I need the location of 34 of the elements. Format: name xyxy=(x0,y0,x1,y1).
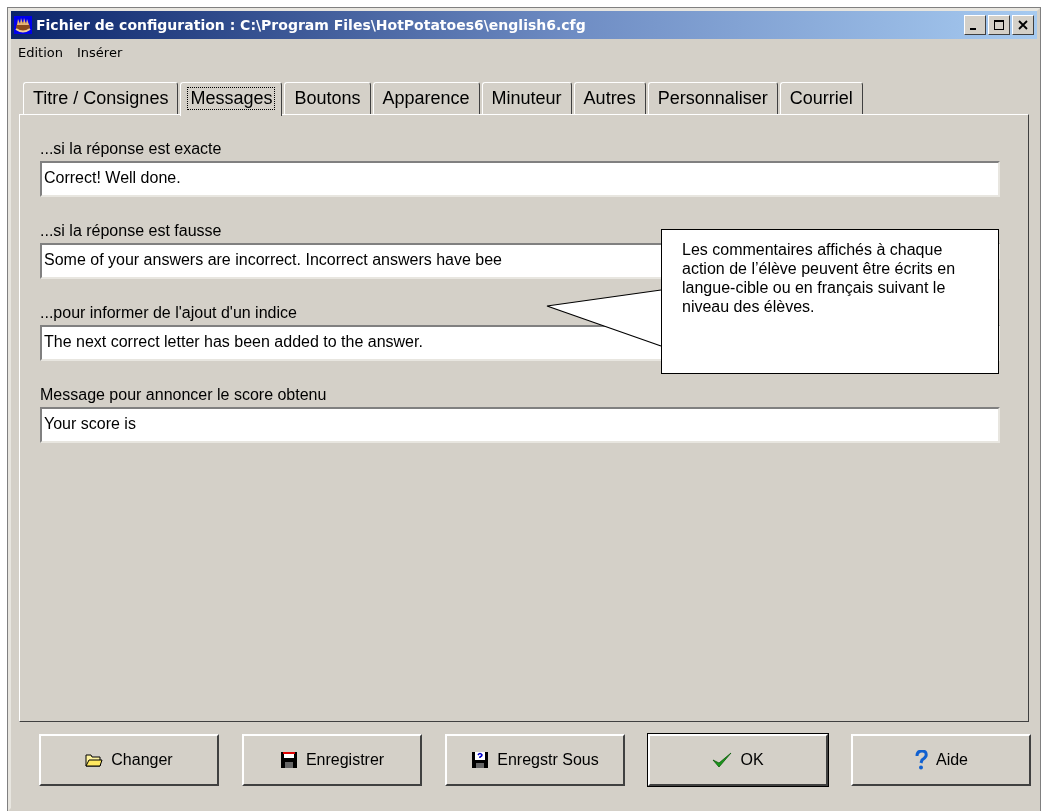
close-icon xyxy=(1018,20,1028,30)
tab[interactable]: Courriel xyxy=(779,82,863,114)
field-label: ...si la réponse est exacte xyxy=(40,140,222,158)
checkmark-icon xyxy=(712,751,733,769)
folder-icon xyxy=(85,753,104,767)
text-field[interactable]: Your score is xyxy=(40,407,1000,443)
tab[interactable]: Minuteur xyxy=(481,82,572,114)
close-button[interactable] xyxy=(1012,15,1034,35)
tab[interactable]: Boutons xyxy=(284,82,371,114)
menu-item[interactable]: Insérer xyxy=(77,45,123,60)
tab[interactable]: Messages xyxy=(180,82,283,116)
callout-tooltip: Les commentaires affichés à chaque action de l’élève peuvent être écrits en langue-cible ou en français suivant le niveau des élèves. xyxy=(661,229,999,374)
field-label: ...si la réponse est fausse xyxy=(40,222,222,240)
floppy-question-icon xyxy=(471,751,490,769)
text-field[interactable]: Correct! Well done. xyxy=(40,161,1000,197)
dialog-button[interactable]: Enregstr Sous xyxy=(445,734,625,786)
field-label: ...pour informer de l'ajout d'un indice xyxy=(40,304,297,322)
window-title: Fichier de configuration : C:\Program Files\HotPotatoes6\english6.cfg xyxy=(36,17,587,33)
tab[interactable]: Personnaliser xyxy=(647,82,778,114)
tab[interactable]: Apparence xyxy=(372,82,480,114)
dialog-button[interactable]: Aide xyxy=(851,734,1031,786)
help-icon xyxy=(914,750,928,770)
maximize-icon xyxy=(994,20,1004,30)
dialog-button[interactable]: Changer xyxy=(39,734,219,786)
floppy-icon xyxy=(279,751,298,769)
tab[interactable]: Autres xyxy=(573,82,646,114)
minimize-icon xyxy=(970,28,976,30)
menu-item[interactable]: Edition xyxy=(18,45,63,60)
field-label: Message pour annoncer le score obtenu xyxy=(40,386,327,404)
tab[interactable]: Titre / Consignes xyxy=(23,82,179,114)
dialog-button[interactable]: Enregistrer xyxy=(242,734,422,786)
minimize-button[interactable] xyxy=(964,15,986,35)
maximize-button[interactable] xyxy=(988,15,1010,35)
dialog-button[interactable]: OK xyxy=(648,734,828,786)
